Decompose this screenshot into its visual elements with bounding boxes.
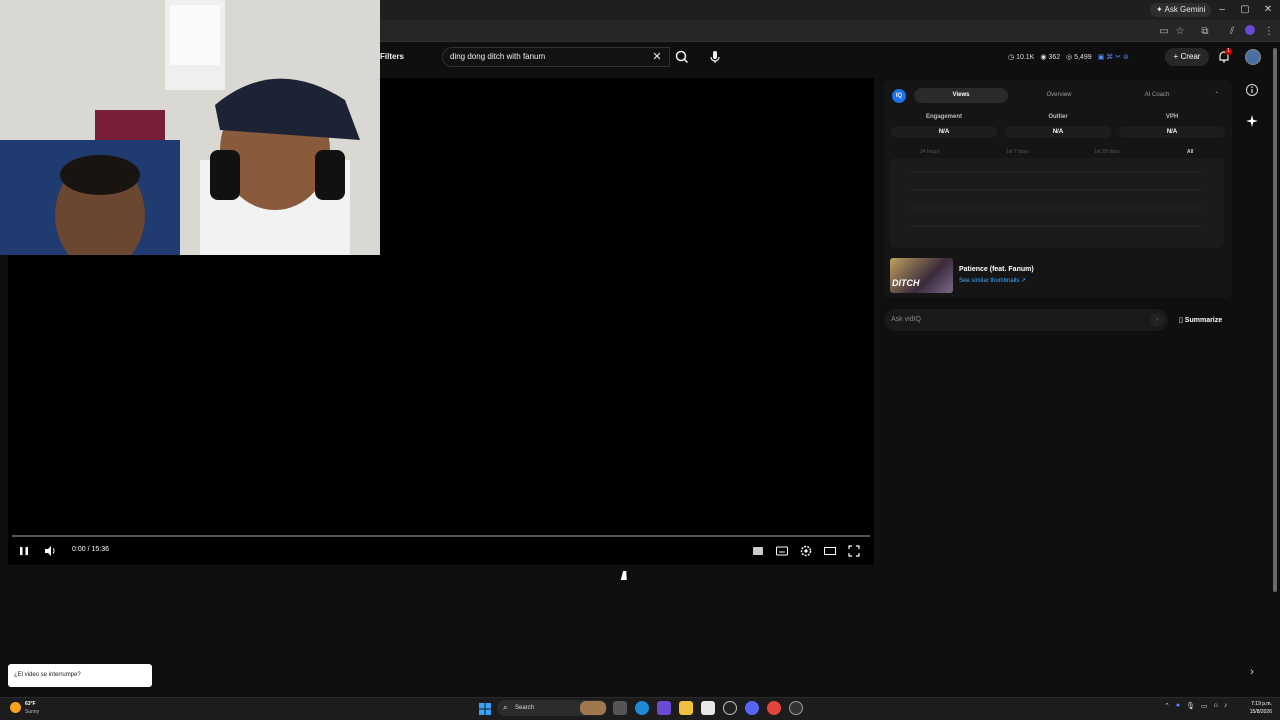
fullscreen-icon[interactable] (847, 544, 861, 558)
copilot-icon[interactable] (657, 701, 671, 715)
tray-chevron-icon[interactable]: ⌃ (1164, 702, 1170, 710)
sparkle-icon[interactable] (1245, 114, 1259, 128)
split-icon[interactable]: ⫽ (1225, 25, 1239, 39)
thumbnail-video-title: Patience (feat. Fanum) (959, 266, 1034, 273)
windows-start-icon[interactable] (479, 702, 491, 715)
vidiq-player-icon[interactable] (751, 544, 765, 558)
taskbar-search-label: Search (515, 705, 535, 711)
vph-value: N/A (1119, 126, 1225, 138)
clear-search-icon[interactable]: ✕ (650, 50, 664, 64)
mouse-cursor (620, 571, 630, 580)
cast-icon[interactable]: ▭ (1157, 25, 1171, 39)
filters-button[interactable]: Filters (380, 52, 404, 61)
task-view-icon[interactable] (613, 701, 627, 715)
settings-gear-icon[interactable] (799, 544, 813, 558)
bookmark-star-icon[interactable]: ☆ (1173, 25, 1187, 39)
chart-gridlines (910, 171, 1204, 227)
stat-views: ◷ 10.1K (1008, 54, 1035, 61)
search-highlight-image[interactable] (580, 701, 606, 715)
range-first-28-days[interactable]: 1st 28 days (1094, 149, 1120, 155)
search-query-text: ding dong ditch with fanum (450, 52, 546, 61)
send-arrow-icon[interactable]: › (1150, 313, 1164, 327)
volume-icon[interactable] (43, 544, 57, 558)
file-explorer-icon[interactable] (679, 701, 693, 715)
ask-gemini-label: Ask Gemini (1164, 5, 1206, 14)
range-first-7-days[interactable]: 1st 7 days (1006, 149, 1029, 155)
webcam-image (0, 0, 380, 255)
vidiq-logo: IQ (892, 89, 906, 103)
ask-gemini-button[interactable]: ✦ Ask Gemini (1150, 3, 1212, 17)
tab-views[interactable]: Views (914, 88, 1008, 103)
info-icon[interactable] (1245, 83, 1259, 97)
vidiq-channel-stats: ◷ 10.1K ◉ 362 ◎ 5,499 ▣ ⌘ ✂ ⊘ (1008, 53, 1129, 61)
taskbar-search-icon: ⌕ (503, 703, 508, 712)
views-chart-placeholder (890, 158, 1224, 248)
display-tray-icon[interactable]: ▭ (1201, 702, 1208, 710)
engagement-value: N/A (891, 126, 997, 138)
system-tray[interactable]: ⌃ ● 🎙︎ ▭ ⌂ ♪ (1164, 702, 1227, 710)
chevron-right-icon[interactable]: › (1246, 666, 1258, 678)
extensions-icon[interactable]: ⧉ (1198, 25, 1212, 39)
time-display: 0:00 / 15:36 (72, 546, 109, 553)
sun-weather-icon[interactable] (10, 702, 21, 713)
notification-badge: 1 (1225, 48, 1232, 55)
tab-overview[interactable]: Overview (1012, 88, 1106, 103)
weather-temperature: 63°F (25, 701, 36, 707)
collapse-chevron-icon[interactable]: ⌃ (1210, 88, 1224, 103)
ask-vidiq-placeholder: Ask vidIQ (891, 316, 921, 323)
stat-videos: ◉ 362 (1040, 54, 1061, 61)
engagement-label: Engagement (925, 114, 962, 120)
tray-app-icon[interactable]: ● (1176, 702, 1180, 710)
microphone-tray-icon[interactable]: 🎙︎ (1186, 702, 1195, 710)
summarize-button[interactable]: ▯ Summarize (1179, 316, 1222, 324)
subtitles-icon[interactable] (775, 544, 789, 558)
profile-icon[interactable] (1243, 25, 1257, 39)
feedback-toast[interactable]: ¿El video se interrumpe? (8, 664, 152, 687)
discord-icon[interactable] (745, 701, 759, 715)
outlier-label: Outlier (1048, 114, 1068, 120)
maximize-button[interactable]: ▢ (1234, 0, 1256, 20)
progress-bar[interactable] (12, 535, 870, 537)
create-button[interactable]: + Crear (1165, 48, 1209, 66)
clock-date: 15/8/2026 (1249, 709, 1272, 715)
scrollbar-thumb[interactable] (1273, 48, 1277, 592)
clock-time: 7:19 p.m. (1251, 701, 1272, 707)
search-icon[interactable] (672, 47, 692, 67)
vph-label: VPH (1165, 114, 1179, 120)
browser-menu-icon[interactable]: ⋮ (1262, 25, 1276, 39)
vidiq-toolbar-icons[interactable]: ▣ ⌘ ✂ ⊘ (1098, 53, 1129, 61)
volume-tray-icon[interactable]: ♪ (1224, 702, 1228, 710)
webcam-overlay (0, 0, 380, 255)
summarize-label: Summarize (1184, 317, 1223, 324)
video-thumbnail[interactable]: DITCH (890, 258, 953, 293)
obs-icon[interactable] (723, 701, 737, 715)
theater-mode-icon[interactable] (823, 544, 837, 558)
stat-subs: ◎ 5,499 (1066, 54, 1092, 61)
chrome-icon[interactable] (767, 701, 781, 715)
see-similar-thumbnails-link[interactable]: See similar thumbnails ↗ (959, 277, 1026, 284)
settings-app-icon[interactable] (789, 701, 803, 715)
range-24-hours[interactable]: 24 hours (920, 149, 939, 155)
tab-ai-coach[interactable]: AI Coach (1110, 88, 1204, 103)
pause-icon[interactable] (17, 544, 31, 558)
close-window-button[interactable]: ✕ (1257, 0, 1279, 20)
network-icon[interactable]: ⌂ (1214, 702, 1218, 710)
microphone-icon[interactable] (705, 47, 725, 67)
weather-condition: Sunny (25, 709, 40, 715)
thumbnail-text: DITCH (892, 278, 920, 288)
taskbar-clock[interactable]: 7:19 p.m. 15/8/2026 (1240, 700, 1272, 716)
edge-browser-icon[interactable] (635, 701, 649, 715)
outlier-value: N/A (1005, 126, 1111, 138)
store-icon[interactable] (701, 701, 715, 715)
user-avatar[interactable] (1245, 49, 1261, 65)
range-all[interactable]: All (1187, 149, 1193, 155)
ask-vidiq-input[interactable] (884, 309, 1168, 331)
minimize-button[interactable]: – (1211, 0, 1233, 20)
create-label: Crear (1180, 52, 1201, 61)
